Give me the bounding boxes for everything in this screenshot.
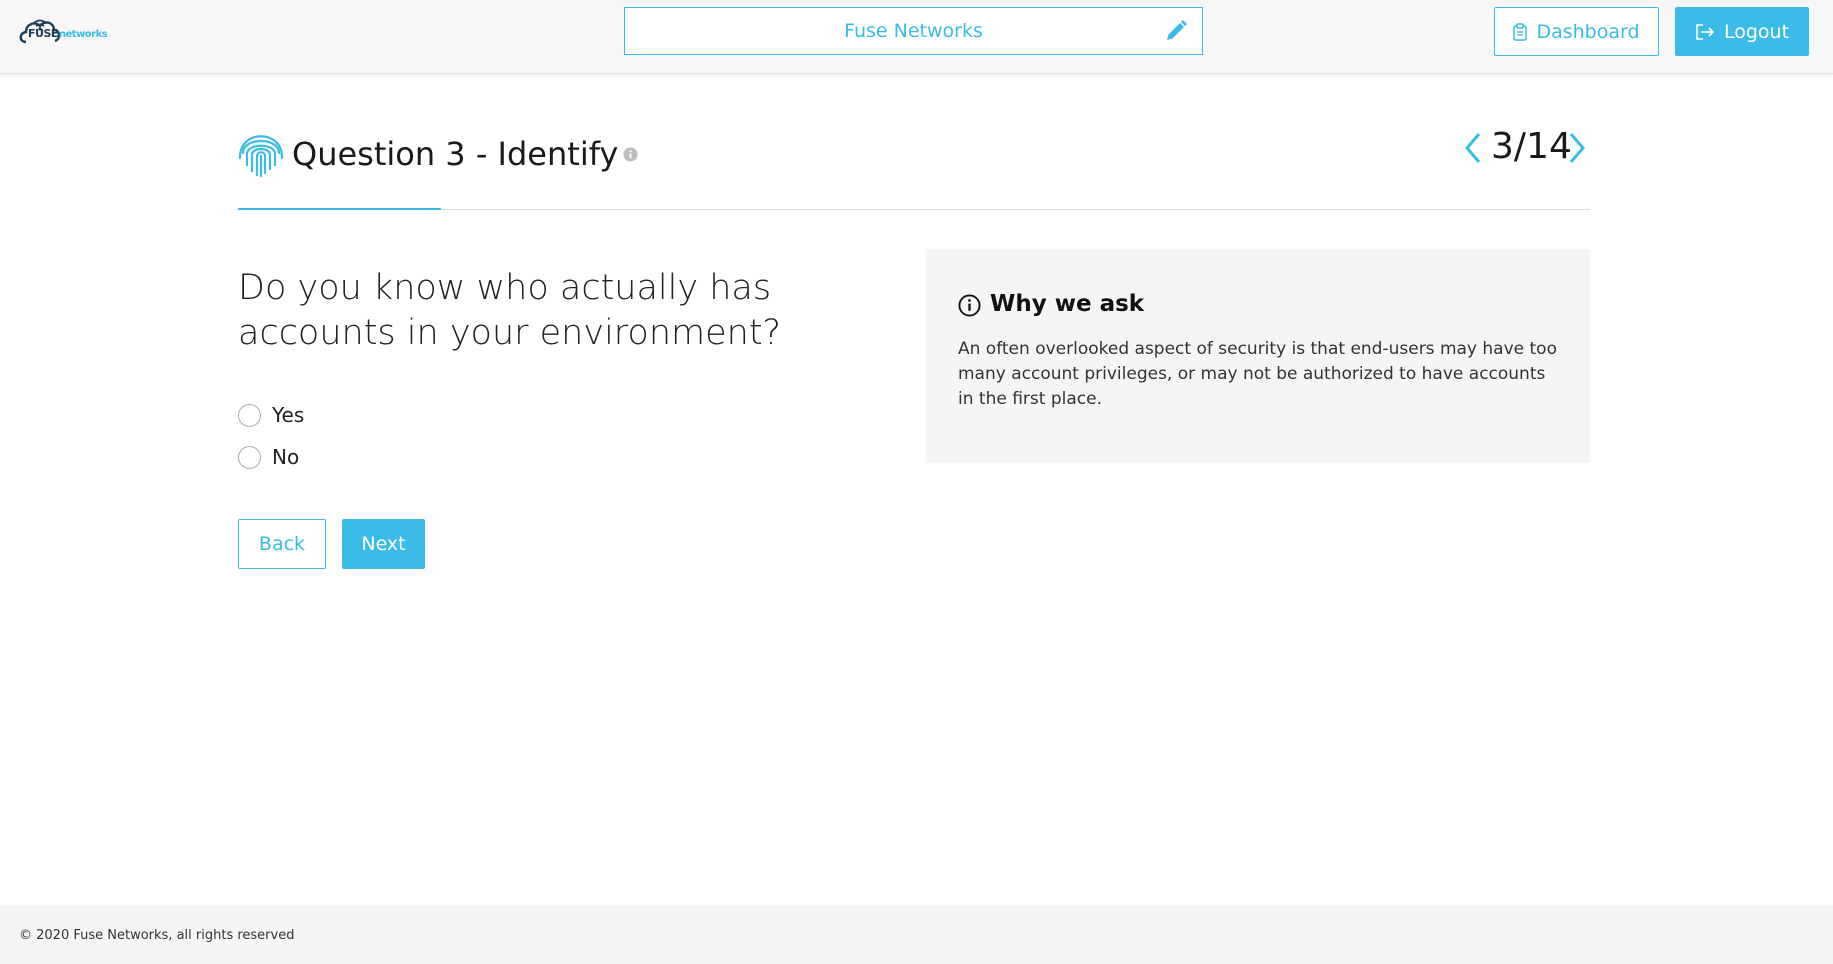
why-we-ask-title: Why we ask <box>990 291 1145 317</box>
dashboard-label: Dashboard <box>1536 20 1640 43</box>
logo-brand-sub: networks <box>58 29 108 40</box>
pager-count: 3/14 <box>1491 126 1572 167</box>
option-no[interactable]: No <box>238 443 299 471</box>
logout-button[interactable]: Logout <box>1675 7 1809 56</box>
fuse-networks-logo[interactable]: FUSEnetworks <box>18 12 108 50</box>
logout-label: Logout <box>1723 20 1790 43</box>
info-icon[interactable] <box>623 147 638 162</box>
info-circle-icon <box>958 294 981 317</box>
page-footer: © 2020 Fuse Networks, all rights reserve… <box>0 905 1833 964</box>
logo-text: FUSEnetworks <box>28 27 108 40</box>
question-pager: 3/14 <box>1462 124 1592 174</box>
top-header: FUSEnetworks Fuse Networks Dashboard Log… <box>0 0 1833 74</box>
option-label: No <box>272 445 300 469</box>
back-button[interactable]: Back <box>238 519 326 569</box>
radio-yes[interactable] <box>238 403 261 427</box>
radio-no[interactable] <box>238 445 261 469</box>
section-divider-accent <box>238 208 441 210</box>
pencil-icon[interactable] <box>1164 19 1188 43</box>
clipboard-icon <box>1513 22 1528 41</box>
question-text: Do you know who actually has accounts in… <box>238 268 782 353</box>
fingerprint-icon <box>238 135 284 178</box>
why-we-ask-panel: Why we ask An often overlooked aspect of… <box>926 249 1590 463</box>
company-name-field[interactable]: Fuse Networks <box>624 7 1203 55</box>
logo-brand-main: FUSE <box>28 27 58 40</box>
chevron-right-icon[interactable] <box>1566 131 1588 165</box>
logout-icon <box>1696 23 1715 40</box>
chevron-left-icon[interactable] <box>1462 131 1484 165</box>
company-name: Fuse Networks <box>844 20 983 42</box>
option-yes[interactable]: Yes <box>238 401 304 429</box>
dashboard-button[interactable]: Dashboard <box>1494 7 1659 56</box>
option-label: Yes <box>272 403 305 427</box>
question-title: Question 3 - Identify <box>292 135 619 173</box>
copyright-text: © 2020 Fuse Networks, all rights reserve… <box>19 928 295 943</box>
next-button[interactable]: Next <box>342 519 425 569</box>
why-we-ask-text: An often overlooked aspect of security i… <box>958 339 1557 409</box>
